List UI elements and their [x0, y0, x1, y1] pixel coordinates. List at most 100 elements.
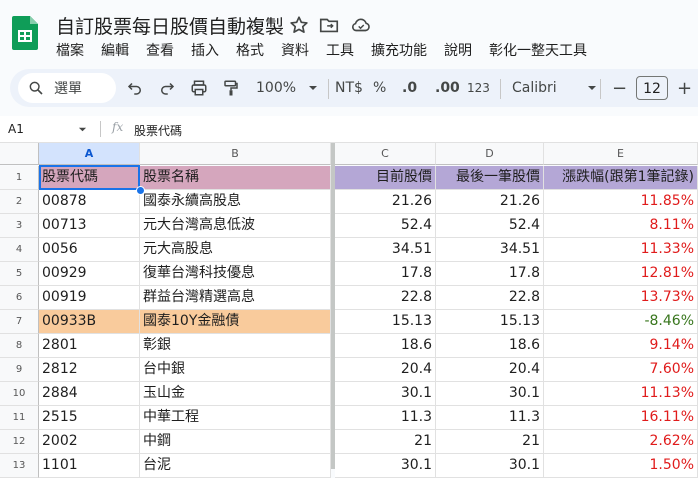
- cell-current-price[interactable]: 34.51: [335, 238, 436, 262]
- cell-last-price[interactable]: 22.8: [436, 286, 544, 310]
- row-header[interactable]: 12: [0, 430, 39, 454]
- column-header-e[interactable]: E: [544, 143, 698, 165]
- number-format-button[interactable]: 123: [467, 69, 490, 107]
- cell-code[interactable]: 1101: [39, 454, 140, 478]
- cell-code[interactable]: 00878: [39, 190, 140, 214]
- cell-name[interactable]: 玉山金: [140, 382, 331, 406]
- cell-current-price[interactable]: 22.8: [335, 286, 436, 310]
- menu-edit[interactable]: 編輯: [101, 40, 129, 60]
- menu-insert[interactable]: 插入: [191, 40, 219, 60]
- header-cell[interactable]: 目前股價: [335, 166, 436, 190]
- cell-last-price[interactable]: 30.1: [436, 382, 544, 406]
- paint-format-icon[interactable]: [222, 79, 240, 97]
- cell-name[interactable]: 群益台灣精選高息: [140, 286, 331, 310]
- undo-icon[interactable]: [126, 79, 144, 97]
- menu-view[interactable]: 查看: [146, 40, 174, 60]
- cell-current-price[interactable]: 11.3: [335, 406, 436, 430]
- cell-code[interactable]: 2002: [39, 430, 140, 454]
- cell-last-price[interactable]: 30.1: [436, 454, 544, 478]
- header-cell[interactable]: 漲跌幅(跟第1筆記錄): [544, 166, 698, 190]
- cell-name[interactable]: 國泰永續高股息: [140, 190, 331, 214]
- cell-change-percent[interactable]: 9.14%: [544, 334, 698, 358]
- move-folder-icon[interactable]: [318, 14, 340, 36]
- cell-name[interactable]: 元大高股息: [140, 238, 331, 262]
- cell-change-percent[interactable]: 13.73%: [544, 286, 698, 310]
- menu-custom-tools[interactable]: 彰化一整天工具: [489, 40, 587, 60]
- chevron-down-icon[interactable]: [78, 125, 87, 134]
- cell-name[interactable]: 國泰10Y金融債: [140, 310, 331, 334]
- cell-change-percent[interactable]: 1.50%: [544, 454, 698, 478]
- increase-decimal-button[interactable]: .00: [435, 69, 460, 107]
- cell-name[interactable]: 元大台灣高息低波: [140, 214, 331, 238]
- freeze-divider[interactable]: [331, 143, 335, 469]
- cell-name[interactable]: 中鋼: [140, 430, 331, 454]
- cell-last-price[interactable]: 11.3: [436, 406, 544, 430]
- cell-code[interactable]: 2884: [39, 382, 140, 406]
- cell-name[interactable]: 復華台灣科技優息: [140, 262, 331, 286]
- menu-data[interactable]: 資料: [281, 40, 309, 60]
- name-box[interactable]: A1: [8, 122, 24, 136]
- menu-extensions[interactable]: 擴充功能: [371, 40, 427, 60]
- row-header[interactable]: 10: [0, 382, 39, 406]
- menu-format[interactable]: 格式: [236, 40, 264, 60]
- cell-code[interactable]: 00713: [39, 214, 140, 238]
- column-header-c[interactable]: C: [335, 143, 436, 165]
- cell-current-price[interactable]: 21.26: [335, 190, 436, 214]
- row-header[interactable]: 9: [0, 358, 39, 382]
- cell-current-price[interactable]: 20.4: [335, 358, 436, 382]
- percent-format-button[interactable]: %: [373, 69, 386, 107]
- menu-file[interactable]: 檔案: [56, 40, 84, 60]
- formula-input[interactable]: 股票代碼: [134, 122, 182, 139]
- cell-code[interactable]: 2812: [39, 358, 140, 382]
- font-size-decrease-button[interactable]: −: [612, 69, 627, 107]
- cell-code[interactable]: 00929: [39, 262, 140, 286]
- cell-current-price[interactable]: 17.8: [335, 262, 436, 286]
- row-header[interactable]: 5: [0, 262, 39, 286]
- menu-help[interactable]: 說明: [444, 40, 472, 60]
- cell-change-percent[interactable]: 11.33%: [544, 238, 698, 262]
- select-all-corner[interactable]: [0, 143, 39, 165]
- cell-name[interactable]: 台泥: [140, 454, 331, 478]
- row-header[interactable]: 2: [0, 190, 39, 214]
- column-header-a[interactable]: A: [39, 143, 140, 165]
- cell-change-percent[interactable]: 2.62%: [544, 430, 698, 454]
- cell-last-price[interactable]: 21.26: [436, 190, 544, 214]
- cell-current-price[interactable]: 15.13: [335, 310, 436, 334]
- cell-current-price[interactable]: 21: [335, 430, 436, 454]
- row-header[interactable]: 7: [0, 310, 39, 334]
- column-header-b[interactable]: B: [140, 143, 331, 165]
- cell-name[interactable]: 彰銀: [140, 334, 331, 358]
- header-cell[interactable]: 股票代碼: [39, 166, 140, 190]
- cell-last-price[interactable]: 17.8: [436, 262, 544, 286]
- cell-change-percent[interactable]: 12.81%: [544, 262, 698, 286]
- cell-code[interactable]: 00933B: [39, 310, 140, 334]
- print-icon[interactable]: [190, 79, 208, 97]
- row-header[interactable]: 11: [0, 406, 39, 430]
- row-header[interactable]: 6: [0, 286, 39, 310]
- cell-current-price[interactable]: 18.6: [335, 334, 436, 358]
- zoom-select[interactable]: 100%: [256, 69, 318, 107]
- cell-code[interactable]: 00919: [39, 286, 140, 310]
- cell-change-percent[interactable]: 11.13%: [544, 382, 698, 406]
- cell-change-percent[interactable]: 7.60%: [544, 358, 698, 382]
- cell-last-price[interactable]: 20.4: [436, 358, 544, 382]
- row-header[interactable]: 8: [0, 334, 39, 358]
- cloud-saved-icon[interactable]: [350, 14, 372, 36]
- cell-name[interactable]: 中華工程: [140, 406, 331, 430]
- cell-last-price[interactable]: 34.51: [436, 238, 544, 262]
- cell-current-price[interactable]: 30.1: [335, 382, 436, 406]
- row-header[interactable]: 13: [0, 454, 39, 478]
- cell-current-price[interactable]: 30.1: [335, 454, 436, 478]
- redo-icon[interactable]: [158, 79, 176, 97]
- font-size-increase-button[interactable]: +: [677, 69, 692, 107]
- cell-code[interactable]: 2515: [39, 406, 140, 430]
- document-title[interactable]: 自訂股票每日股價自動複製: [56, 12, 284, 39]
- cell-name[interactable]: 台中銀: [140, 358, 331, 382]
- row-header[interactable]: 1: [0, 166, 39, 190]
- fill-handle[interactable]: [136, 186, 145, 195]
- sheets-logo-icon[interactable]: [12, 16, 38, 50]
- cell-change-percent[interactable]: 16.11%: [544, 406, 698, 430]
- header-cell[interactable]: 最後一筆股價: [436, 166, 544, 190]
- cell-code[interactable]: 0056: [39, 238, 140, 262]
- cell-last-price[interactable]: 15.13: [436, 310, 544, 334]
